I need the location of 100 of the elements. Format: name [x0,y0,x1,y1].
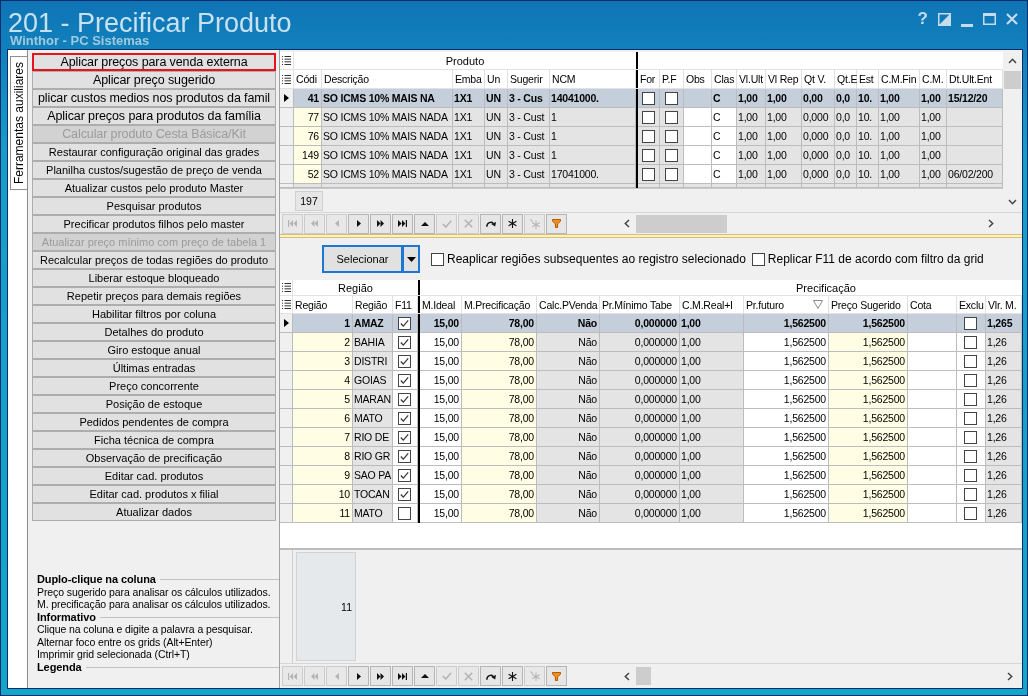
column-header[interactable]: Un [487,73,501,85]
action-button[interactable]: Aplicar preços para produtos da família [32,107,276,125]
column-header[interactable]: NCM [552,73,576,85]
option-checkbox[interactable]: Reaplicar regiões subsequentes ao registro selecionado [431,252,746,266]
column-header[interactable]: Pr.futuro [746,298,784,311]
page-forward-button[interactable] [370,666,391,686]
action-button[interactable]: Pesquisar produtos [32,197,276,215]
action-button[interactable]: Editar cad. produtos [32,467,276,485]
action-button[interactable]: Liberar estoque bloqueado [32,269,276,287]
maximize-icon[interactable] [983,13,996,25]
action-button[interactable]: Observação de precificação [32,449,276,467]
chevron-up-icon[interactable] [1008,58,1017,64]
action-button[interactable]: Atualizar custos pelo produto Master [32,179,276,197]
filter-button[interactable] [546,666,567,686]
filter-button[interactable] [546,213,567,234]
checkbox[interactable] [751,252,765,266]
action-button[interactable]: Atualizar dados [32,503,276,521]
checkbox[interactable] [641,148,655,162]
asterisk-button[interactable] [502,666,523,686]
checkbox[interactable] [641,91,655,105]
action-button[interactable]: Aplicar preços para venda externa [32,53,276,71]
checkbox[interactable] [398,449,411,463]
checkbox[interactable] [398,468,411,482]
list-icon[interactable] [282,74,291,84]
checkbox[interactable] [964,354,977,368]
option-checkbox[interactable]: Replicar F11 de acordo com filtro da grid [751,252,984,266]
scroll-thumb[interactable] [1004,71,1021,89]
column-header[interactable]: Obs [686,73,705,85]
checkbox[interactable] [664,167,678,181]
column-header[interactable]: Pr.Mínimo Tabe [602,298,672,311]
select-button[interactable]: Selecionar [322,245,403,273]
action-button[interactable]: Recalcular preços de todas regiões do produto [32,251,276,269]
checkbox[interactable] [398,373,411,387]
chevron-left-icon[interactable] [624,671,630,681]
row-indicator[interactable] [280,89,294,108]
list-icon[interactable] [281,300,291,309]
close-icon[interactable] [1006,13,1018,25]
action-button[interactable]: Planilha custos/sugestão de preço de venda [32,161,276,179]
checkbox[interactable] [398,487,411,501]
checkbox[interactable] [431,252,444,266]
list-icon[interactable] [281,283,291,292]
action-button[interactable]: Pedidos pendentes de compra [32,413,276,431]
action-button[interactable]: Ficha técnica de compra [32,431,276,449]
column-header[interactable]: Cota [910,298,932,311]
checkbox[interactable] [641,110,655,124]
up-button[interactable] [414,213,435,234]
action-button[interactable]: plicar custos medios nos produtos da famil [32,89,276,107]
up-button[interactable] [414,666,435,686]
checkbox[interactable] [964,430,977,444]
column-header[interactable]: Vl Rep [768,73,799,85]
last-button[interactable] [392,213,413,234]
chevron-right-icon[interactable] [988,219,994,228]
scroll-thumb[interactable] [636,214,727,233]
checkbox[interactable] [664,91,678,105]
chevron-right-icon[interactable] [1007,671,1013,681]
checkbox[interactable] [964,449,977,463]
filter-icon[interactable] [813,300,823,309]
column-header[interactable]: Sugerir [510,73,543,85]
checkbox[interactable] [398,316,411,330]
action-button[interactable]: Últimas entradas [32,359,276,377]
vertical-scrollbar[interactable] [1003,52,1022,212]
checkbox[interactable] [664,148,678,162]
action-button[interactable]: Detalhes do produto [32,323,276,341]
action-button[interactable]: Preço concorrente [32,377,276,395]
column-header[interactable]: P.F [662,73,677,85]
column-header[interactable]: For [640,73,656,85]
column-header[interactable]: C.M.Fin [881,73,917,85]
action-button[interactable]: Restaurar configuração original das grades [32,143,276,161]
asterisk-button[interactable] [502,213,523,234]
action-button[interactable]: Repetir preços para demais regiões [32,287,276,305]
action-button[interactable]: Posição de estoque [32,395,276,413]
half-filled-square-icon[interactable] [938,12,951,26]
column-header[interactable]: C.M.Real+I [682,298,733,311]
checkbox[interactable] [398,392,411,406]
checkbox[interactable] [964,392,977,406]
checkbox[interactable] [964,316,977,330]
dropdown-button[interactable] [403,245,420,273]
column-header[interactable]: Preço Sugerido [831,298,901,311]
checkbox[interactable] [398,411,411,425]
column-header[interactable]: C.M. [922,73,944,85]
checkbox[interactable] [664,110,678,124]
column-header[interactable]: Clas [714,73,735,85]
refresh-button[interactable] [480,213,501,234]
checkbox[interactable] [964,468,977,482]
column-header[interactable]: Descrição [324,73,369,85]
column-header[interactable]: Região [295,298,328,311]
action-button[interactable]: Editar cad. produtos x filial [32,485,276,503]
column-header[interactable]: Dt.Ult.Ent [949,73,992,85]
checkbox[interactable] [398,335,411,349]
action-button[interactable]: Giro estoque anual [32,341,276,359]
scroll-thumb[interactable] [636,667,651,685]
minimize-icon[interactable] [961,23,973,27]
action-button[interactable]: Habilitar filtros por coluna [32,305,276,323]
column-header[interactable]: Qt V. [804,73,826,85]
column-header[interactable]: Vl.Ult [739,73,763,85]
column-header[interactable]: Região [355,298,388,311]
row-indicator[interactable] [280,314,293,333]
column-header[interactable]: M.Ideal [422,298,456,311]
column-header[interactable]: Códi [296,73,317,85]
action-button[interactable]: Precificar produtos filhos pelo master [32,215,276,233]
